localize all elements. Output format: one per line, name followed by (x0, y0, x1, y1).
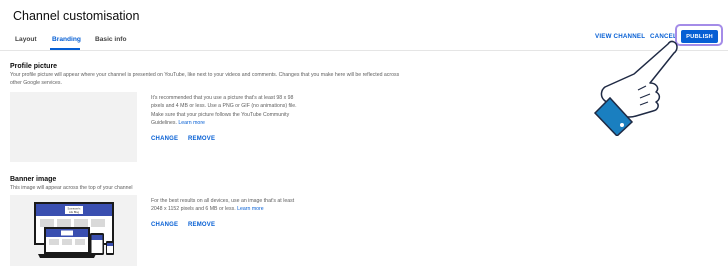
profile-picture-heading: Profile picture (10, 63, 58, 70)
tab-basic-info[interactable]: Basic info (95, 36, 127, 43)
profile-picture-remove-button[interactable]: REMOVE (188, 136, 215, 142)
profile-picture-preview (10, 92, 137, 162)
pointing-hand-icon (593, 40, 678, 136)
banner-preview-text-2: Life Blog (69, 210, 80, 214)
page-title: Channel customisation (13, 9, 140, 23)
profile-picture-description: Your profile picture will appear where y… (10, 72, 400, 86)
banner-image-preview: Someone's Life Blog (10, 195, 137, 266)
profile-picture-info: It's recommended that you use a picture … (151, 94, 301, 128)
banner-image-info: For the best results on all devices, use… (151, 197, 301, 214)
banner-image-info-text: For the best results on all devices, use… (151, 198, 295, 213)
publish-button[interactable]: PUBLISH (681, 30, 718, 43)
tab-layout[interactable]: Layout (15, 36, 37, 43)
devices-illustration-icon: Someone's Life Blog (34, 202, 114, 258)
profile-picture-info-text: It's recommended that you use a picture … (151, 95, 297, 127)
banner-image-description: This image will appear across the top of… (10, 185, 133, 191)
banner-image-change-button[interactable]: CHANGE (151, 222, 178, 228)
banner-image-remove-button[interactable]: REMOVE (188, 222, 215, 228)
profile-picture-change-button[interactable]: CHANGE (151, 136, 178, 142)
banner-image-heading: Banner image (10, 176, 57, 183)
tab-branding[interactable]: Branding (52, 36, 81, 43)
profile-picture-learn-more-link[interactable]: Learn more (178, 120, 205, 126)
banner-image-learn-more-link[interactable]: Learn more (237, 206, 264, 212)
